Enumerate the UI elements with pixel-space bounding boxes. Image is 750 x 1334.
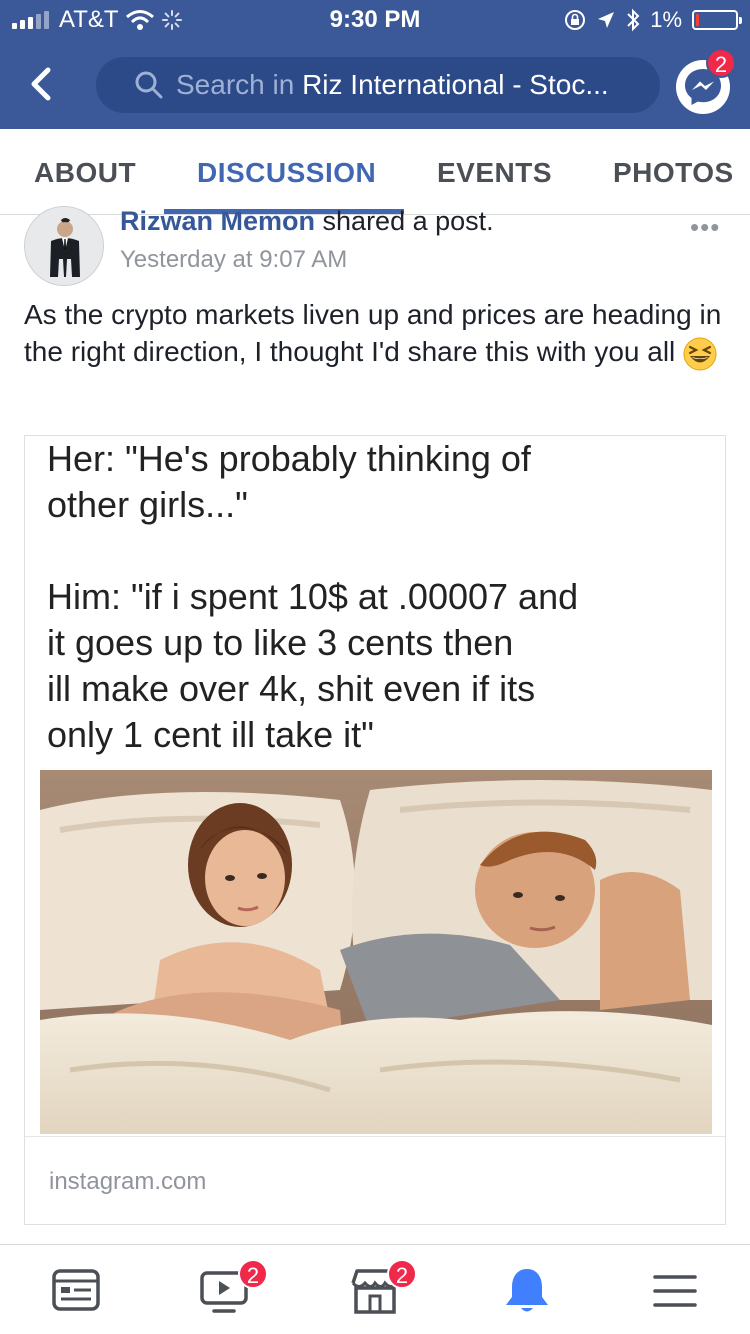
tab-events[interactable]: EVENTS [437, 157, 552, 189]
search-group-name: Riz International - Stoc... [302, 69, 609, 100]
caption-him-line-2: it goes up to like 3 cents then [47, 622, 514, 663]
messenger-badge: 2 [706, 48, 736, 78]
back-arrow-icon[interactable] [22, 62, 62, 106]
top-bar: AT&T 9:30 PM 1% Search in Riz Internatio… [0, 0, 750, 129]
meme-photo [40, 770, 712, 1134]
search-icon [135, 71, 163, 99]
post-timestamp[interactable]: Yesterday at 9:07 AM [120, 246, 347, 274]
caption-him-line-4: only 1 cent ill take it" [47, 714, 374, 755]
profile-photo [25, 207, 103, 285]
card-divider [25, 1136, 725, 1137]
bottom-nav: 2 2 [0, 1244, 750, 1334]
location-icon [598, 12, 615, 28]
notifications-icon [506, 1269, 548, 1312]
battery-percent: 1% [650, 7, 682, 32]
caption-him-line-1: Him: "if i spent 10$ at .00007 and [47, 576, 579, 617]
post-author-name[interactable]: Rizwan Memon [120, 206, 315, 236]
rotation-lock-icon [565, 10, 586, 30]
grinning-squinting-face-icon [683, 337, 717, 371]
bluetooth-icon [627, 8, 640, 32]
post-body-text: As the crypto markets liven up and price… [24, 299, 722, 367]
caption-her-line-2: other girls..." [47, 484, 248, 525]
search-input[interactable]: Search in Riz International - Stoc... [96, 57, 660, 113]
nav-video[interactable]: 2 [196, 1259, 268, 1319]
menu-icon [653, 1275, 697, 1307]
marketplace-badge: 2 [387, 1259, 417, 1289]
tab-discussion[interactable]: DISCUSSION [197, 157, 376, 189]
caption-him-line-3: ill make over 4k, shit even if its [47, 668, 536, 709]
nav-menu[interactable] [645, 1263, 705, 1319]
messenger-button[interactable]: 2 [676, 48, 736, 114]
nav-marketplace[interactable]: 2 [345, 1259, 417, 1319]
more-options-icon[interactable]: ••• [690, 212, 720, 243]
news-feed-icon [52, 1269, 100, 1311]
meme-caption: Her: "He's probably thinking of other gi… [47, 436, 707, 758]
video-badge: 2 [238, 1259, 268, 1289]
post-action: shared a post. [322, 206, 494, 236]
caption-her-line-1: Her: "He's probably thinking of [47, 438, 531, 479]
avatar[interactable] [24, 206, 104, 286]
tab-about[interactable]: ABOUT [34, 157, 136, 189]
nav-news-feed[interactable] [46, 1263, 106, 1319]
status-bar: AT&T 9:30 PM 1% [0, 0, 750, 40]
nav-notifications[interactable] [497, 1263, 557, 1319]
search-prefix: Search in [176, 69, 295, 100]
group-tabs: ABOUT DISCUSSION EVENTS PHOTOS [0, 129, 750, 215]
battery-icon [692, 10, 742, 30]
link-source[interactable]: instagram.com [49, 1168, 206, 1196]
shared-link-card[interactable]: Her: "He's probably thinking of other gi… [24, 435, 726, 1225]
tab-photos[interactable]: PHOTOS [613, 157, 734, 189]
